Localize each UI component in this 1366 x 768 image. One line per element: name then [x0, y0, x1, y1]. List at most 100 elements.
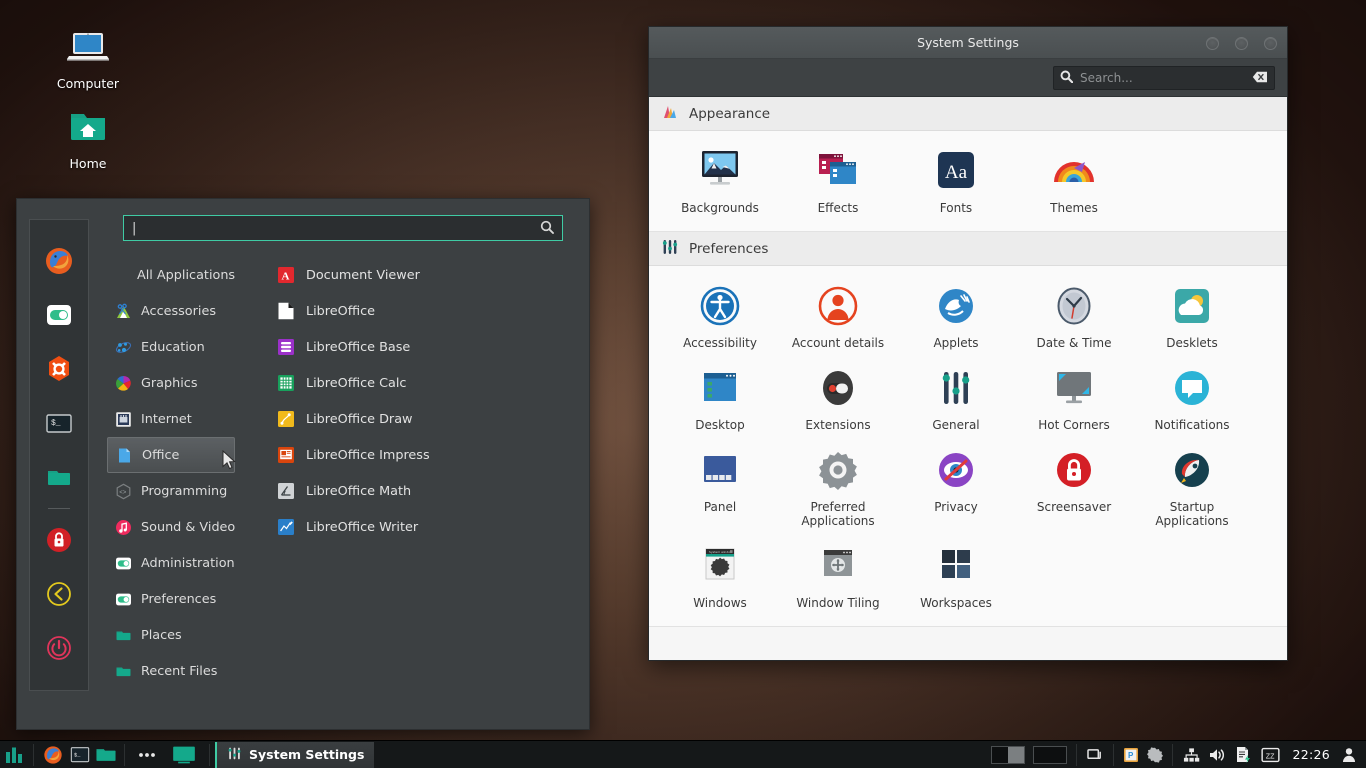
- favorite-firefox[interactable]: [37, 234, 81, 288]
- volume-button[interactable]: [1204, 741, 1230, 768]
- window-list-button[interactable]: [1082, 741, 1108, 768]
- category-office[interactable]: Office: [107, 437, 235, 473]
- favorite-logout[interactable]: [37, 567, 81, 621]
- category-preferences[interactable]: Preferences: [107, 581, 235, 617]
- printer-button[interactable]: [1230, 741, 1256, 768]
- section-header: Appearance: [649, 97, 1287, 131]
- minimize-button[interactable]: [1206, 36, 1219, 50]
- category-sound-video[interactable]: Sound & Video: [107, 509, 235, 545]
- places-icon: [115, 627, 132, 644]
- favorite-power[interactable]: [37, 621, 81, 675]
- user-button[interactable]: [1338, 741, 1360, 768]
- favorite-terminal[interactable]: $_: [37, 396, 81, 450]
- tile-backgrounds[interactable]: Backgrounds: [661, 141, 779, 223]
- tile-account-details[interactable]: Account details: [779, 276, 897, 358]
- workspace-switcher-2[interactable]: [1029, 741, 1071, 768]
- app-libreoffice-writer[interactable]: LibreOffice Writer: [277, 509, 579, 545]
- category-education[interactable]: Education: [107, 329, 235, 365]
- taskbar-divider: [209, 743, 210, 766]
- administration-icon: [115, 555, 132, 572]
- close-button[interactable]: [1264, 36, 1277, 50]
- tile-accessibility[interactable]: Accessibility: [661, 276, 779, 358]
- tile-fonts[interactable]: Aa Fonts: [897, 141, 1015, 223]
- section-header: Preferences: [649, 232, 1287, 266]
- app-libreoffice-math[interactable]: LibreOffice Math: [277, 473, 579, 509]
- clear-icon[interactable]: [1252, 68, 1268, 87]
- tile-panel[interactable]: Panel: [661, 440, 779, 536]
- svg-text:$_: $_: [51, 419, 61, 428]
- tile-label: Effects: [817, 201, 859, 215]
- updates-button[interactable]: [1143, 741, 1167, 768]
- tile-label: Themes: [1050, 201, 1098, 215]
- app-libreoffice-impress[interactable]: LibreOffice Impress: [277, 437, 579, 473]
- tile-workspaces[interactable]: Workspaces: [897, 536, 1015, 618]
- appearance-icon: [661, 103, 679, 125]
- tile-effects[interactable]: Effects: [779, 141, 897, 223]
- app-libreoffice-calc[interactable]: LibreOffice Calc: [277, 365, 579, 401]
- launcher-terminal[interactable]: $_: [67, 741, 93, 768]
- svg-text:ZZ: ZZ: [1266, 752, 1275, 760]
- network-button[interactable]: [1178, 741, 1204, 768]
- tile-windows[interactable]: System window Windows: [661, 536, 779, 618]
- settings-content: Appearance Backgrounds Effects Aa Fonts …: [649, 97, 1287, 660]
- workspace-switcher[interactable]: [987, 741, 1029, 768]
- menu-search-input[interactable]: |: [123, 215, 563, 241]
- category-places[interactable]: Places: [107, 617, 235, 653]
- tile-desktop[interactable]: Desktop: [661, 358, 779, 440]
- desktop-icon-computer[interactable]: Computer: [34, 22, 142, 91]
- category-all-applications[interactable]: All Applications: [107, 257, 235, 293]
- show-desktop-icon: [173, 746, 195, 763]
- category-administration[interactable]: Administration: [107, 545, 235, 581]
- category-graphics[interactable]: Graphics: [107, 365, 235, 401]
- maximize-button[interactable]: [1235, 36, 1248, 50]
- window-titlebar[interactable]: System Settings: [649, 27, 1287, 59]
- tile-screensaver[interactable]: Screensaver: [1015, 440, 1133, 536]
- workspace-1[interactable]: [991, 745, 1026, 764]
- tile-themes[interactable]: Themes: [1015, 141, 1133, 223]
- tile-date-time[interactable]: Date & Time: [1015, 276, 1133, 358]
- launcher-firefox[interactable]: [39, 741, 67, 768]
- workspace-2[interactable]: [1033, 745, 1068, 764]
- taskbar-window-button[interactable]: System Settings: [215, 741, 375, 768]
- tile-desklets[interactable]: Desklets: [1133, 276, 1251, 358]
- favorite-files[interactable]: [37, 450, 81, 504]
- category-recent-files[interactable]: Recent Files: [107, 653, 235, 689]
- category-accessories[interactable]: Accessories: [107, 293, 235, 329]
- menu-favorites-sidebar: $_: [29, 219, 89, 691]
- clock[interactable]: 22:26: [1284, 747, 1338, 762]
- app-libreoffice[interactable]: LibreOffice: [277, 293, 579, 329]
- desktop-icon-home[interactable]: Home: [34, 102, 142, 171]
- app-libreoffice-draw[interactable]: LibreOffice Draw: [277, 401, 579, 437]
- clipboard-button[interactable]: P: [1119, 741, 1143, 768]
- backgrounds-icon: [665, 147, 775, 195]
- notes-button[interactable]: ZZ: [1256, 741, 1284, 768]
- favorite-software-manager[interactable]: [37, 342, 81, 396]
- tile-label: Backgrounds: [681, 201, 759, 215]
- settings-search-box[interactable]: Search...: [1053, 65, 1275, 90]
- overflow-button[interactable]: [130, 741, 164, 768]
- tile-window-tiling[interactable]: Window Tiling: [779, 536, 897, 618]
- tile-startup-applications[interactable]: Startup Applications: [1133, 440, 1251, 536]
- software-manager-icon: [49, 356, 69, 381]
- tile-privacy[interactable]: Privacy: [897, 440, 1015, 536]
- tile-applets[interactable]: Applets: [897, 276, 1015, 358]
- tile-label: General: [932, 418, 980, 432]
- tile-hot-corners[interactable]: Hot Corners: [1015, 358, 1133, 440]
- favorite-lock-screen[interactable]: [37, 513, 81, 567]
- tile-extensions[interactable]: Extensions: [779, 358, 897, 440]
- category-programming[interactable]: <> Programming: [107, 473, 235, 509]
- internet-icon: [115, 411, 132, 428]
- launcher-files[interactable]: [93, 741, 119, 768]
- firefox-icon: [44, 745, 62, 764]
- tile-general[interactable]: General: [897, 358, 1015, 440]
- app-libreoffice-base[interactable]: LibreOffice Base: [277, 329, 579, 365]
- tile-preferred-applications[interactable]: Preferred Applications: [779, 440, 897, 536]
- category-internet[interactable]: Internet: [107, 401, 235, 437]
- show-desktop-button[interactable]: [164, 741, 204, 768]
- tile-notifications[interactable]: Notifications: [1133, 358, 1251, 440]
- app-document-viewer[interactable]: A Document Viewer: [277, 257, 579, 293]
- app-label: LibreOffice: [306, 303, 376, 319]
- menu-button[interactable]: [0, 741, 28, 768]
- tile-label: Notifications: [1154, 418, 1230, 432]
- favorite-settings[interactable]: [37, 288, 81, 342]
